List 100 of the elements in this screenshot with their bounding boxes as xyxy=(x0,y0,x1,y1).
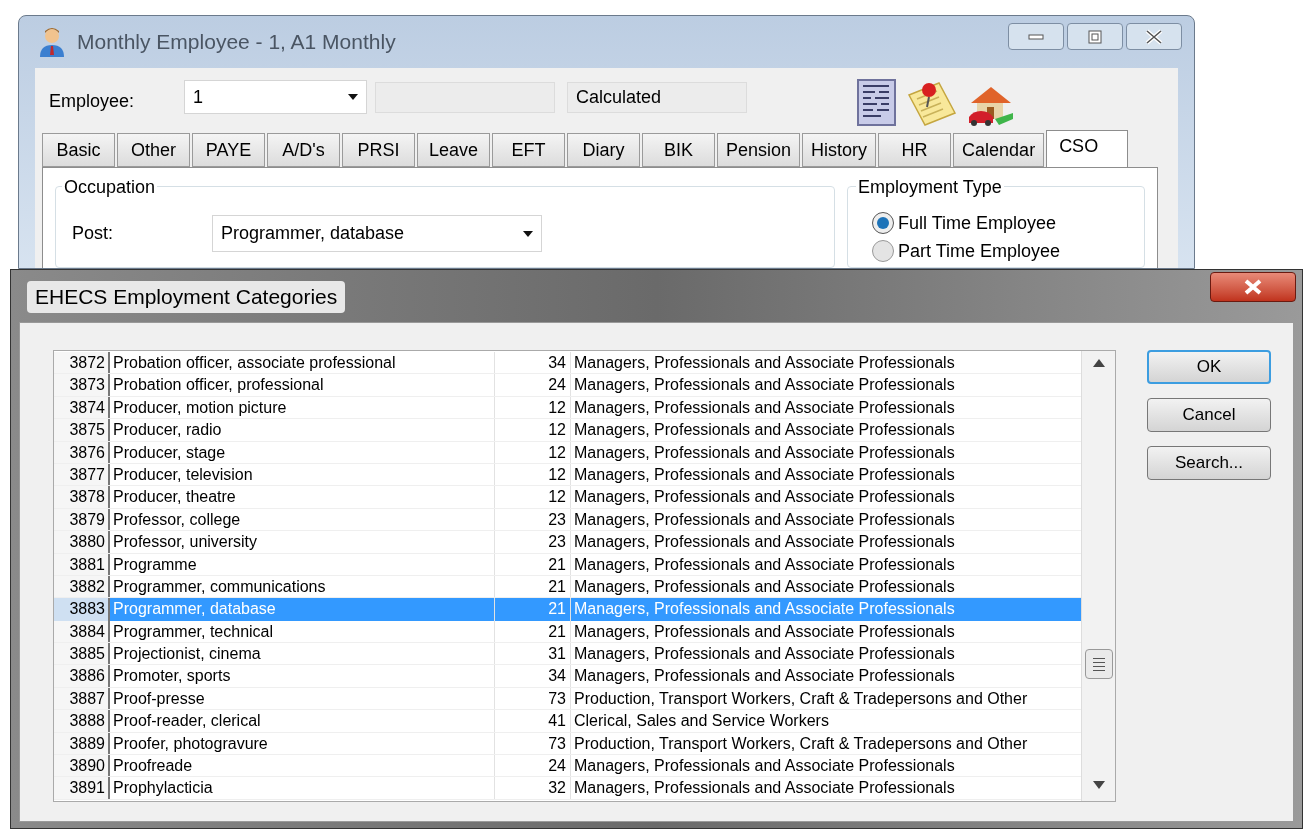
list-row[interactable]: 3889 Proofer, photogravure 73 Production, Transport Workers, Craft & Tradepersons and Other xyxy=(54,732,1081,756)
number-cell: 34 xyxy=(494,352,570,374)
number-cell: 23 xyxy=(494,531,570,553)
employee-label: Employee: xyxy=(49,89,136,113)
name-cell: Producer, radio xyxy=(108,419,494,441)
dropdown-arrow-icon xyxy=(348,94,358,100)
list-row[interactable]: 3884 Programmer, technical 21 Managers, Professionals and Associate Professionals xyxy=(54,620,1081,644)
tab[interactable]: History xyxy=(802,133,877,167)
code-cell: 3873 xyxy=(54,374,108,396)
radio-label: Part Time Employee xyxy=(898,239,1061,263)
list-row[interactable]: 3881 Programme 21 Managers, Professionals and Associate Professionals xyxy=(54,553,1081,576)
list-row[interactable]: 3874 Producer, motion picture 12 Managers, Professionals and Associate Professionals xyxy=(54,396,1081,420)
list-row[interactable]: 3890 Proofreade 24 Managers, Professionals and Associate Professionals xyxy=(54,755,1081,778)
name-cell: Projectionist, cinema xyxy=(108,643,494,665)
dialog-button[interactable]: OK xyxy=(1147,350,1271,384)
list-row[interactable]: 3880 Professor, university 23 Managers, Professionals and Associate Professionals xyxy=(54,531,1081,554)
dialog-title: EHECS Employment Categories xyxy=(27,281,346,313)
tab[interactable]: Pension xyxy=(717,133,801,167)
dialog-button[interactable]: Search... xyxy=(1147,446,1271,480)
name-cell: Probation officer, professional xyxy=(108,374,494,396)
minimize-button[interactable] xyxy=(1008,23,1064,50)
tab[interactable]: Other xyxy=(117,133,190,167)
tab[interactable]: PAYE xyxy=(192,133,265,167)
tab[interactable]: Diary xyxy=(567,133,640,167)
code-cell: 3872 xyxy=(54,352,108,374)
code-cell: 3885 xyxy=(54,643,108,665)
dialog-button[interactable]: Cancel xyxy=(1147,398,1271,432)
code-cell: 3883 xyxy=(54,598,108,621)
list-row[interactable]: 3891 Prophylacticia 32 Managers, Professionals and Associate Professionals xyxy=(54,777,1081,800)
number-cell: 21 xyxy=(494,553,570,575)
name-cell: Proof-presse xyxy=(108,687,494,710)
tab[interactable]: Leave xyxy=(417,133,490,167)
tab[interactable]: EFT xyxy=(492,133,565,167)
scroll-up-icon[interactable] xyxy=(1092,359,1105,367)
list-row[interactable]: 3887 Proof-presse 73 Production, Transport Workers, Craft & Tradepersons and Other xyxy=(54,687,1081,711)
list-row[interactable]: 3876 Producer, stage 12 Managers, Professionals and Associate Professionals xyxy=(54,441,1081,464)
close-button[interactable] xyxy=(1210,272,1296,302)
number-cell: 24 xyxy=(494,755,570,777)
number-cell: 31 xyxy=(494,643,570,665)
pinned-note-icon[interactable] xyxy=(907,81,957,127)
document-icon[interactable] xyxy=(857,79,897,127)
post-dropdown[interactable]: Programmer, database xyxy=(212,215,542,252)
name-cell: Prophylacticia xyxy=(108,777,494,799)
number-cell: 73 xyxy=(494,732,570,755)
scroll-down-icon[interactable] xyxy=(1092,781,1105,789)
list-row[interactable]: 3872 Probation officer, associate professional 34 Managers, Professionals and Associate Professionals xyxy=(54,352,1081,375)
radio-button[interactable] xyxy=(872,212,894,234)
number-cell: 21 xyxy=(494,575,570,598)
maximize-button[interactable] xyxy=(1067,23,1123,50)
name-cell: Producer, television xyxy=(108,463,494,486)
dropdown-arrow-icon xyxy=(523,230,533,237)
number-cell: 73 xyxy=(494,687,570,710)
list-row[interactable]: 3888 Proof-reader, clerical 41 Clerical, Sales and Service Workers xyxy=(54,710,1081,733)
list-row[interactable]: 3873 Probation officer, professional 24 Managers, Professionals and Associate Professionals xyxy=(54,374,1081,397)
code-cell: 3884 xyxy=(54,620,108,643)
tab[interactable]: PRSI xyxy=(342,133,415,167)
minimize-icon xyxy=(1028,33,1044,40)
code-cell: 3886 xyxy=(54,665,108,687)
code-cell: 3876 xyxy=(54,441,108,463)
tab[interactable]: Basic xyxy=(42,133,115,167)
scroll-thumb[interactable] xyxy=(1084,649,1113,679)
name-cell: Professor, college xyxy=(108,508,494,531)
tab[interactable]: A/D's xyxy=(267,133,340,167)
number-cell: 24 xyxy=(494,374,570,396)
tab[interactable]: CSO xyxy=(1046,130,1129,167)
code-cell: 3875 xyxy=(54,419,108,441)
list-row[interactable]: 3886 Promoter, sports 34 Managers, Professionals and Associate Professionals xyxy=(54,665,1081,688)
name-cell: Producer, theatre xyxy=(108,486,494,508)
number-cell: 12 xyxy=(494,486,570,508)
post-label: Post: xyxy=(72,222,115,245)
radio-button[interactable] xyxy=(872,240,894,262)
code-cell: 3891 xyxy=(54,777,108,799)
radio-label: Full Time Employee xyxy=(898,211,1057,235)
number-cell: 32 xyxy=(494,777,570,799)
code-cell: 3879 xyxy=(54,508,108,531)
list-row[interactable]: 3877 Producer, television 12 Managers, Professionals and Associate Professionals xyxy=(54,463,1081,487)
list-row[interactable]: 3878 Producer, theatre 12 Managers, Professionals and Associate Professionals xyxy=(54,486,1081,509)
tab[interactable]: BIK xyxy=(642,133,715,167)
close-icon xyxy=(1145,28,1163,45)
code-cell: 3878 xyxy=(54,486,108,508)
name-cell: Proof-reader, clerical xyxy=(108,710,494,732)
number-cell: 12 xyxy=(494,419,570,441)
list-row[interactable]: 3879 Professor, college 23 Managers, Professionals and Associate Professionals xyxy=(54,508,1081,532)
number-cell: 41 xyxy=(494,710,570,732)
code-cell: 3890 xyxy=(54,755,108,777)
number-cell: 21 xyxy=(494,620,570,643)
code-cell: 3874 xyxy=(54,396,108,419)
tab[interactable]: HR xyxy=(878,133,952,167)
list-row[interactable]: 3883 Programmer, database 21 Managers, Professionals and Associate Professionals xyxy=(54,598,1081,621)
employee-dropdown[interactable]: 1 xyxy=(184,80,367,114)
code-cell: 3888 xyxy=(54,710,108,732)
scrollbar[interactable] xyxy=(1081,351,1115,801)
number-cell: 21 xyxy=(494,598,570,621)
tab[interactable]: Calendar xyxy=(953,133,1045,167)
name-cell: Professor, university xyxy=(108,531,494,553)
number-cell: 12 xyxy=(494,396,570,419)
list-row[interactable]: 3885 Projectionist, cinema 31 Managers, Professionals and Associate Professionals xyxy=(54,643,1081,666)
name-cell: Producer, stage xyxy=(108,441,494,463)
list-row[interactable]: 3875 Producer, radio 12 Managers, Professionals and Associate Professionals xyxy=(54,419,1081,442)
number-cell: 23 xyxy=(494,508,570,531)
